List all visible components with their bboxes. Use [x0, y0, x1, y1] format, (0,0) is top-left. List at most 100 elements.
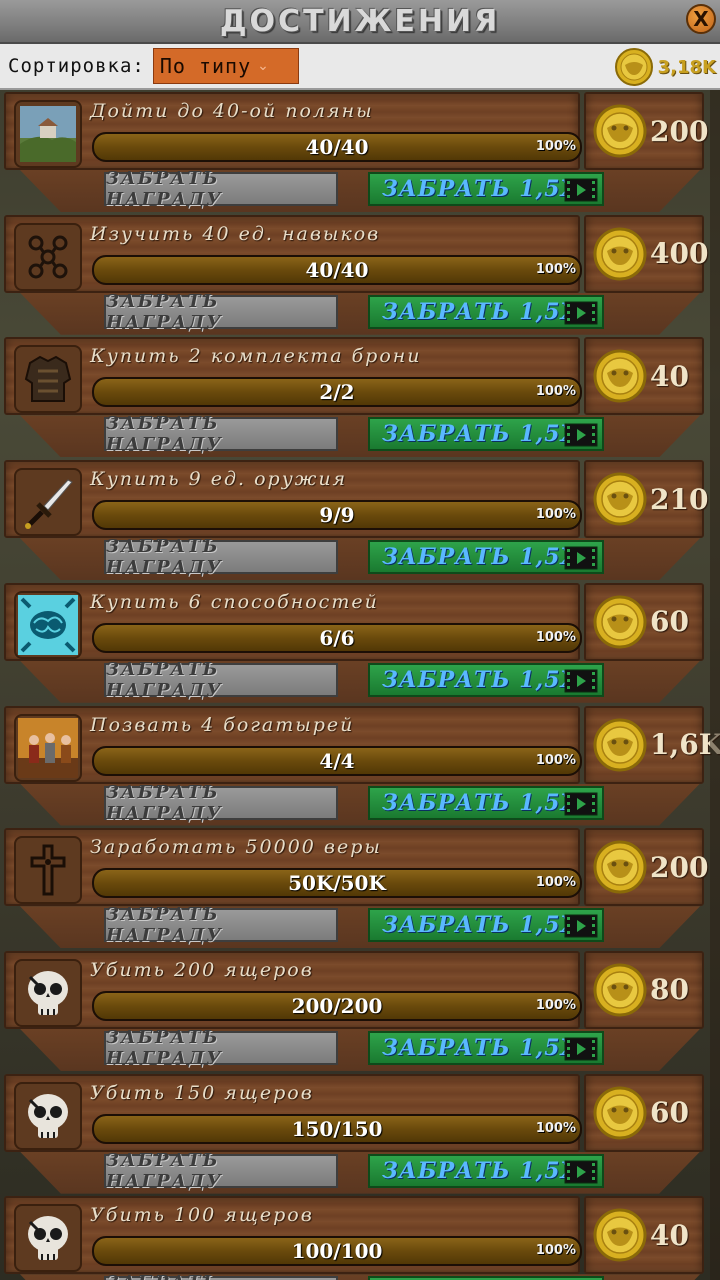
claim-reward-button[interactable]: ЗАБРАТЬ НАГРАДУ — [104, 168, 338, 210]
reward-amount: 200 — [650, 850, 709, 884]
progress-percent: 100% — [535, 261, 576, 277]
cross-icon — [30, 844, 66, 896]
achievement-panel: Купить 9 ед. оружия 9/9 100% — [4, 460, 582, 539]
achievements-list[interactable]: Дойти до 40-ой поляны 40/40 100% 200 ЗАБ… — [0, 90, 720, 1280]
reward-amount: 60 — [650, 1096, 689, 1130]
claim-x15-button[interactable]: ЗАБРАТЬ 1,5X — [368, 294, 604, 329]
achievement-panel: Убить 150 ящеров 150/150 100% — [4, 1073, 582, 1152]
achievement-row: Убить 100 ящеров 100/100 100% 40 ЗАБРАТЬ… — [0, 1194, 720, 1280]
claim-x15-button[interactable]: ЗАБРАТЬ 1,5X — [368, 417, 604, 452]
achievement-title: Убить 150 ящеров — [90, 1081, 314, 1104]
video-ad-icon — [564, 1160, 598, 1184]
claim-reward-button[interactable]: ЗАБРАТЬ НАГРАДУ — [104, 413, 338, 455]
landscape-icon — [20, 106, 76, 162]
claim-x15-button[interactable]: ЗАБРАТЬ 1,5X — [368, 662, 604, 697]
video-ad-icon — [564, 669, 598, 693]
claim-reward-button[interactable]: ЗАБРАТЬ НАГРАДУ — [104, 782, 338, 824]
achievement-panel: Убить 200 ящеров 200/200 100% — [4, 950, 582, 1029]
progress-count: 2/2 — [319, 380, 355, 405]
achievement-icon-frame — [14, 1204, 82, 1273]
progress-count: 100/100 — [291, 1239, 383, 1264]
claim-reward-label: ЗАБРАТЬ НАГРАДУ — [106, 536, 223, 579]
achievement-row: Позвать 4 богатырей 4/4 100% 1,6K ЗАБРАТ… — [0, 704, 720, 827]
claim-x15-button[interactable]: ЗАБРАТЬ 1,5X — [368, 172, 604, 206]
video-ad-icon — [564, 301, 598, 325]
progress-percent: 100% — [535, 629, 576, 645]
claim-x15-button[interactable]: ЗАБРАТЬ 1,5X — [368, 1276, 604, 1280]
reward-panel: 60 — [584, 1073, 704, 1152]
achievement-icon-frame — [14, 222, 82, 291]
claim-x15-label: ЗАБРАТЬ 1,5X — [382, 298, 579, 325]
coin-balance: 3,18K — [614, 47, 716, 87]
progress-bar: 40/40 100% — [92, 132, 582, 162]
claim-x15-button[interactable]: ЗАБРАТЬ 1,5X — [368, 908, 604, 943]
achievement-icon-frame — [14, 713, 82, 782]
progress-count: 200/200 — [291, 993, 383, 1018]
achievement-row: Убить 150 ящеров 150/150 100% 60 ЗАБРАТЬ… — [0, 1072, 720, 1195]
close-button[interactable]: X — [686, 4, 716, 34]
coin-icon — [593, 349, 647, 403]
progress-bar: 40/40 100% — [92, 254, 582, 285]
reward-panel: 210 — [584, 460, 708, 539]
coin-icon — [593, 595, 647, 649]
claim-reward-button[interactable]: ЗАБРАТЬ НАГРАДУ — [104, 291, 338, 333]
claim-x15-button[interactable]: ЗАБРАТЬ 1,5X — [368, 540, 604, 575]
claim-reward-label: ЗАБРАТЬ НАГРАДУ — [106, 1026, 223, 1069]
skill-tree-icon — [28, 235, 68, 279]
sort-label: Сортировка: — [8, 55, 145, 77]
reward-amount: 40 — [650, 359, 689, 393]
progress-bar: 150/150 100% — [92, 1113, 582, 1144]
video-ad-icon — [564, 792, 598, 815]
claim-reward-button[interactable]: ЗАБРАТЬ НАГРАДУ — [104, 536, 338, 578]
video-ad-icon — [564, 423, 598, 447]
achievement-panel: Позвать 4 богатырей 4/4 100% — [4, 705, 582, 784]
scrollbar[interactable] — [710, 90, 720, 1280]
coin-icon — [593, 718, 647, 771]
video-ad-icon — [564, 178, 598, 202]
claim-x15-button[interactable]: ЗАБРАТЬ 1,5X — [368, 1153, 604, 1188]
skull-icon — [28, 1216, 68, 1261]
achievement-row: Купить 6 способностей 6/6 100% 60 ЗАБРАТ… — [0, 581, 720, 704]
claim-x15-button[interactable]: ЗАБРАТЬ 1,5X — [368, 785, 604, 820]
reward-panel: 400 — [584, 214, 708, 293]
coin-icon — [593, 1086, 647, 1140]
video-ad-icon — [564, 914, 598, 938]
achievement-title: Позвать 4 богатырей — [90, 713, 355, 736]
claim-x15-label: ЗАБРАТЬ 1,5X — [382, 1034, 579, 1061]
reward-amount: 60 — [650, 605, 689, 639]
reward-panel: 80 — [584, 950, 704, 1029]
claim-reward-button[interactable]: ЗАБРАТЬ НАГРАДУ — [104, 904, 338, 946]
claim-reward-label: ЗАБРАТЬ НАГРАДУ — [106, 1149, 223, 1192]
coin-icon — [593, 840, 647, 894]
title-bar: ДОСТИЖЕНИЯ X — [0, 0, 720, 44]
claim-reward-button[interactable]: ЗАБРАТЬ НАГРАДУ — [104, 659, 338, 701]
progress-percent: 100% — [535, 507, 576, 523]
reward-amount: 400 — [650, 237, 709, 271]
claim-reward-label: ЗАБРАТЬ НАГРАДУ — [106, 168, 223, 210]
progress-bar: 9/9 100% — [92, 500, 582, 531]
claim-x15-button[interactable]: ЗАБРАТЬ 1,5X — [368, 1030, 604, 1065]
brain-icon — [18, 594, 78, 655]
chevron-down-icon: ⌄ — [257, 58, 269, 74]
achievement-row: Купить 9 ед. оружия 9/9 100% 210 ЗАБРАТЬ… — [0, 458, 720, 581]
progress-percent: 100% — [535, 384, 576, 400]
progress-count: 4/4 — [319, 748, 355, 773]
progress-bar: 200/200 100% — [92, 990, 582, 1021]
claim-reward-button[interactable]: ЗАБРАТЬ НАГРАДУ — [104, 1272, 338, 1280]
achievement-title: Купить 2 комплекта брони — [90, 345, 422, 368]
claim-reward-button[interactable]: ЗАБРАТЬ НАГРАДУ — [104, 1027, 338, 1069]
progress-bar: 4/4 100% — [92, 745, 582, 776]
coin-icon — [614, 48, 653, 86]
claim-x15-label: ЗАБРАТЬ 1,5X — [382, 176, 579, 202]
achievement-icon-frame — [14, 100, 82, 168]
achievement-panel: Купить 6 способностей 6/6 100% — [4, 582, 582, 661]
sort-dropdown[interactable]: По типу ⌄ — [152, 48, 299, 84]
progress-count: 50K/50K — [288, 871, 386, 896]
progress-percent: 100% — [535, 1120, 576, 1136]
progress-bar: 100/100 100% — [92, 1236, 582, 1267]
claim-reward-button[interactable]: ЗАБРАТЬ НАГРАДУ — [104, 1150, 338, 1192]
close-icon: X — [693, 7, 709, 31]
reward-amount: 40 — [650, 1218, 689, 1252]
claim-reward-label: ЗАБРАТЬ НАГРАДУ — [106, 413, 223, 456]
achievement-icon-frame — [14, 958, 82, 1027]
